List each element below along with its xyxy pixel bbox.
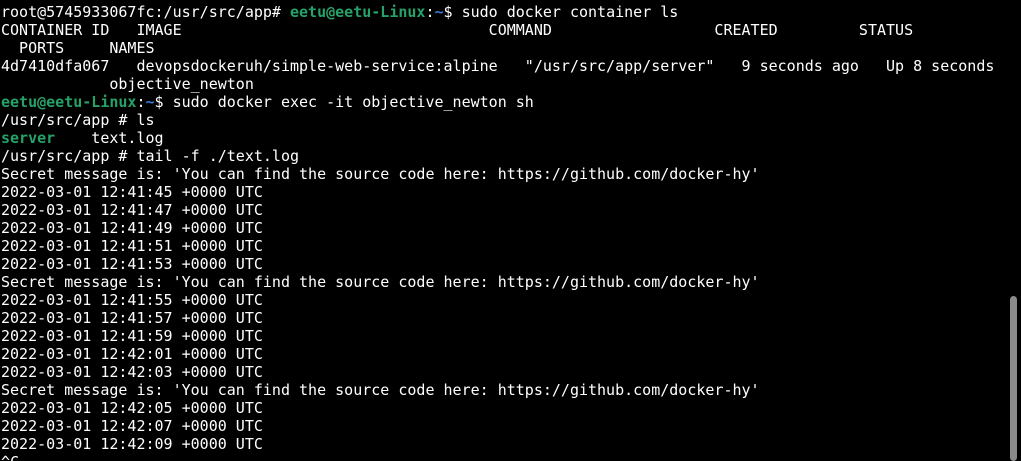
table-header-line-1: CONTAINER ID IMAGE COMMAND CREATED STATU… <box>1 21 914 39</box>
log-line: Secret message is: 'You can find the sou… <box>1 381 760 399</box>
log-line: Secret message is: 'You can find the sou… <box>1 273 760 291</box>
root-prompt-prefix: root@5745933067fc:/usr/src/app# <box>1 3 290 21</box>
command-text: sudo docker container ls <box>461 3 679 21</box>
ls-directory-entry: server <box>1 129 56 147</box>
log-line: 2022-03-01 12:42:07 +0000 UTC <box>1 417 263 435</box>
log-line: 2022-03-01 12:42:01 +0000 UTC <box>1 345 263 363</box>
log-line: 2022-03-01 12:42:03 +0000 UTC <box>1 363 263 381</box>
table-row-line-2: objective_newton <box>1 75 254 93</box>
terminal-window[interactable]: root@5745933067fc:/usr/src/app# eetu@eet… <box>0 0 1021 461</box>
log-line: 2022-03-01 12:41:55 +0000 UTC <box>1 291 263 309</box>
ls-output: server text.log <box>1 129 1005 147</box>
log-line: 2022-03-01 12:41:45 +0000 UTC <box>1 183 263 201</box>
prompt-line-container-ls: root@5745933067fc:/usr/src/app# eetu@eet… <box>1 3 1005 21</box>
scrollbar-thumb[interactable] <box>1010 296 1017 461</box>
interrupt-line: ^C <box>1 453 1005 461</box>
log-line: 2022-03-01 12:41:57 +0000 UTC <box>1 309 263 327</box>
prompt-user-host: eetu@eetu-Linux <box>1 93 137 111</box>
log-line: 2022-03-01 12:41:47 +0000 UTC <box>1 201 263 219</box>
shell-ls-prompt: /usr/src/app # ls <box>1 111 155 129</box>
log-line: 2022-03-01 12:42:05 +0000 UTC <box>1 399 263 417</box>
log-line: 2022-03-01 12:41:53 +0000 UTC <box>1 255 263 273</box>
log-line: Secret message is: 'You can find the sou… <box>1 165 760 183</box>
log-line: 2022-03-01 12:41:49 +0000 UTC <box>1 219 263 237</box>
prompt-user-host: eetu@eetu-Linux <box>289 3 426 21</box>
prompt-path: ~ <box>434 3 444 21</box>
terminal-output: root@5745933067fc:/usr/src/app# eetu@eet… <box>1 3 1005 461</box>
prompt-dollar: $ <box>443 3 462 21</box>
vertical-scrollbar[interactable] <box>1007 0 1021 461</box>
ls-file-entry: text.log <box>55 129 164 147</box>
prompt-path: ~ <box>145 93 155 111</box>
prompt-line-exec: eetu@eetu-Linux:~$ sudo docker exec -it … <box>1 93 1005 111</box>
table-header-line-2: PORTS NAMES <box>1 39 155 57</box>
shell-tail-prompt: /usr/src/app # tail -f ./text.log <box>1 147 300 165</box>
prompt-colon: : <box>136 93 146 111</box>
command-text: sudo docker exec -it objective_newton sh <box>172 93 534 111</box>
log-line: 2022-03-01 12:41:51 +0000 UTC <box>1 237 263 255</box>
log-line: 2022-03-01 12:41:59 +0000 UTC <box>1 327 263 345</box>
table-row-line-1: 4d7410dfa067 devopsdockeruh/simple-web-s… <box>1 57 995 75</box>
prompt-dollar: $ <box>154 93 173 111</box>
log-line: 2022-03-01 12:42:09 +0000 UTC <box>1 435 263 453</box>
